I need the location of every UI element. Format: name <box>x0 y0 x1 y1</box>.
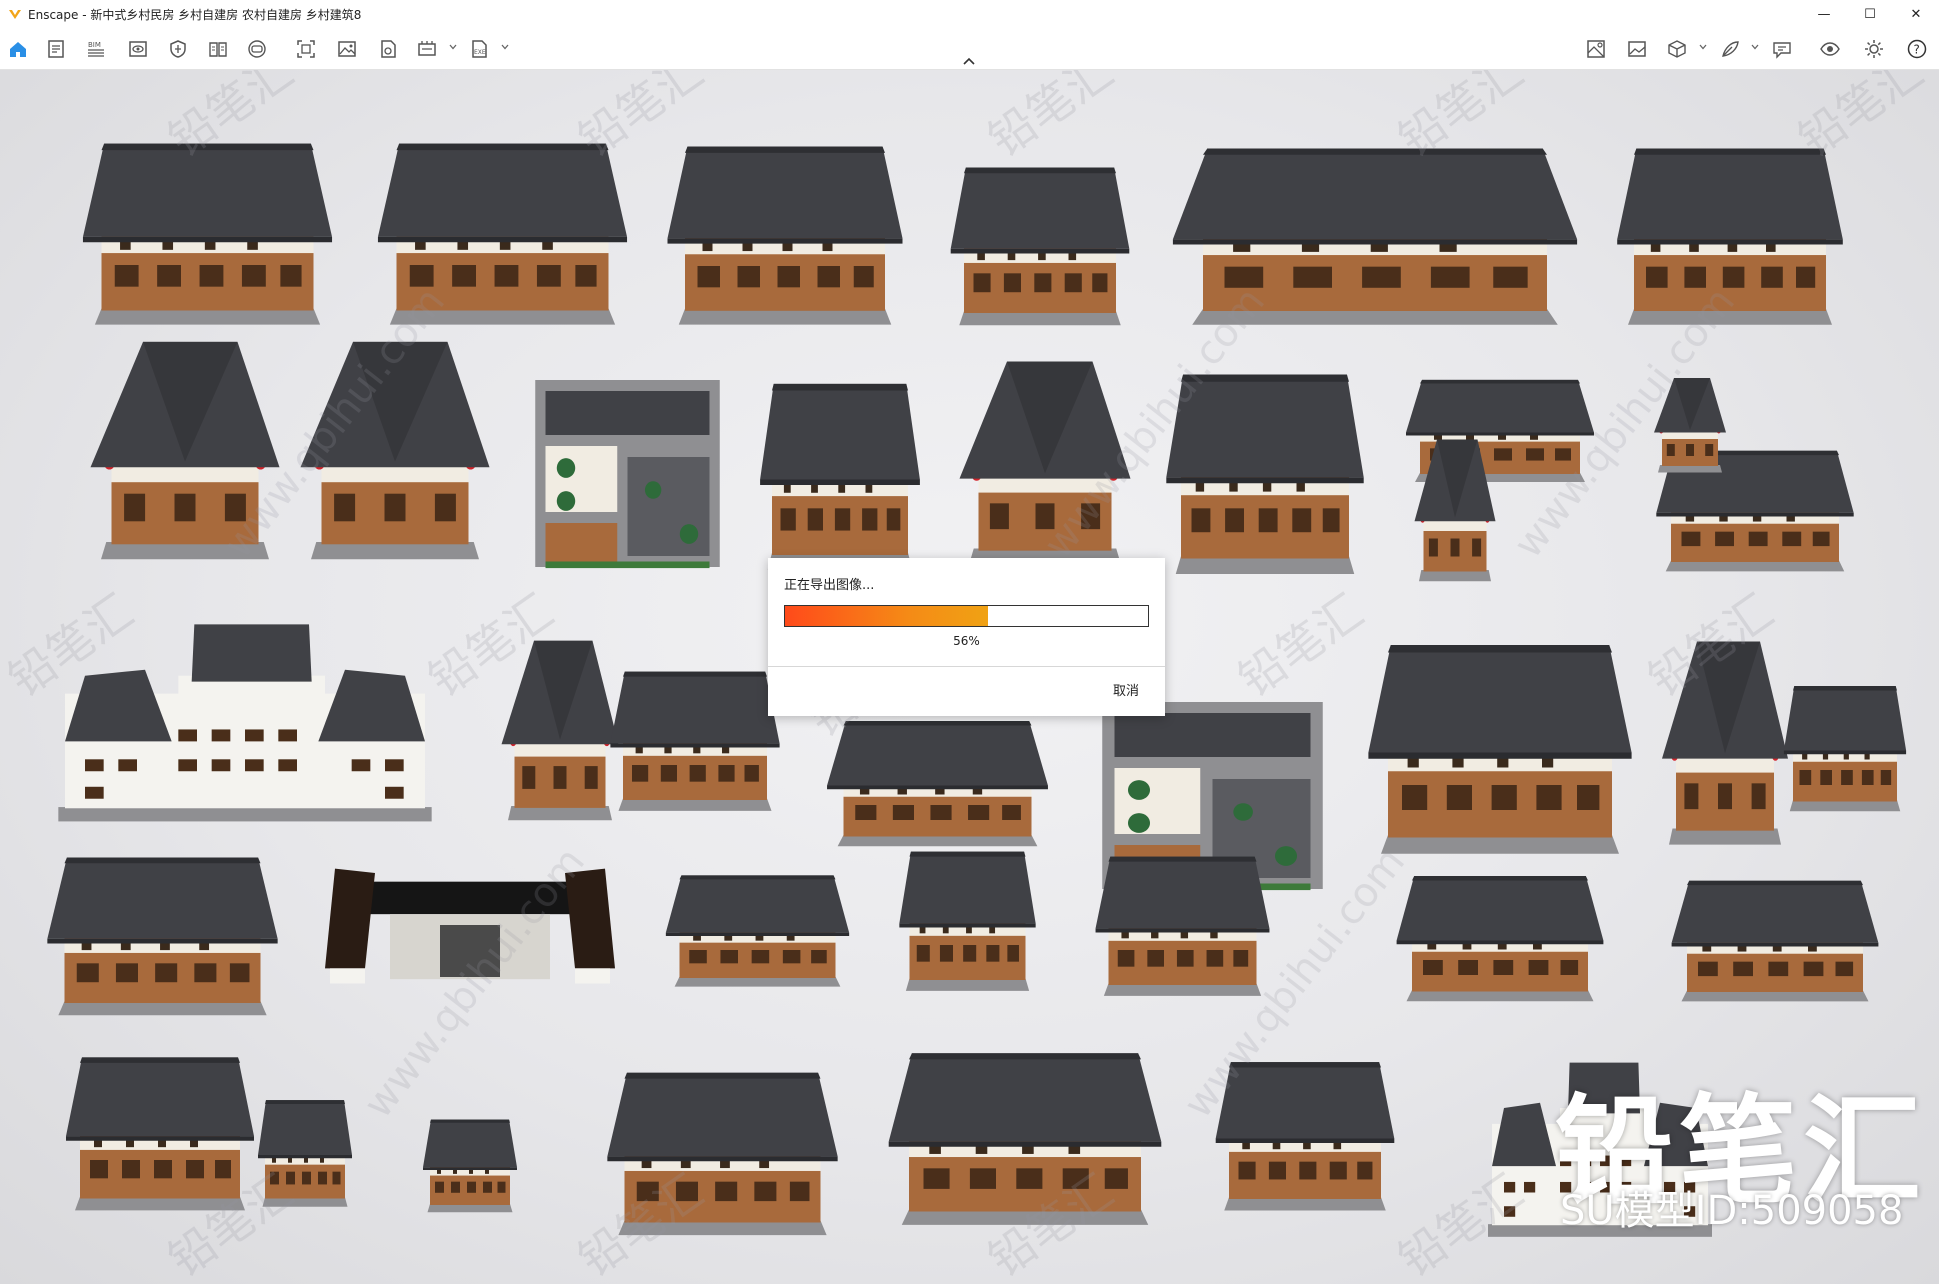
save-button[interactable] <box>376 37 400 61</box>
house-model <box>290 335 500 565</box>
house-model <box>755 375 925 575</box>
model-id-watermark: SU模型ID:509058 <box>1560 1188 1904 1234</box>
chevron-down-icon[interactable] <box>1750 42 1760 52</box>
book-button[interactable] <box>206 37 230 61</box>
villa-model <box>45 610 445 825</box>
house-model <box>600 1065 845 1240</box>
house-model <box>1210 1055 1400 1215</box>
gate-model <box>320 860 620 990</box>
house-model <box>605 665 785 815</box>
house-model <box>1610 140 1850 330</box>
cube-button[interactable] <box>1665 37 1689 61</box>
render-export-button[interactable] <box>415 37 439 61</box>
exe-export-button[interactable]: EXE <box>467 37 491 61</box>
document-button[interactable] <box>44 37 68 61</box>
settings-button[interactable] <box>1862 37 1886 61</box>
svg-text:BIM: BIM <box>88 41 101 49</box>
shield-button[interactable] <box>166 37 190 61</box>
feather-button[interactable] <box>1718 37 1742 61</box>
dialog-title: 正在导出图像... <box>784 578 875 593</box>
settings-icon <box>1865 40 1883 58</box>
house-model <box>950 355 1140 570</box>
vr-icon <box>248 40 266 58</box>
cancel-button[interactable]: 取消 <box>1113 680 1139 699</box>
chevron-down-icon[interactable] <box>500 42 510 52</box>
house-model <box>1655 635 1795 850</box>
image-view-icon <box>1628 41 1646 57</box>
image-button[interactable] <box>335 37 359 61</box>
visibility-icon <box>1820 42 1840 56</box>
svg-text:EXE: EXE <box>474 49 486 56</box>
house-model <box>660 138 910 330</box>
minimize-button[interactable]: — <box>1801 0 1847 28</box>
view-button[interactable] <box>126 37 150 61</box>
cube-icon <box>1668 40 1686 58</box>
chevron-down-icon[interactable] <box>1698 42 1708 52</box>
house-model <box>60 1050 260 1215</box>
svg-text:?: ? <box>1914 43 1920 57</box>
progress-percent: 56% <box>953 634 980 648</box>
progress-bar <box>784 605 1149 627</box>
material-button[interactable] <box>1584 37 1608 61</box>
dialog-divider <box>768 666 1165 667</box>
house-model <box>1160 140 1590 330</box>
render-export-icon <box>418 41 436 56</box>
shield-icon <box>170 40 186 58</box>
save-icon <box>381 40 396 58</box>
enscape-logo-icon <box>9 10 21 19</box>
home-icon <box>10 42 26 57</box>
house-model <box>420 1115 520 1215</box>
house-model <box>80 335 290 565</box>
house-model <box>1090 850 1275 1000</box>
bim-icon: BIM <box>88 41 104 57</box>
help-button[interactable]: ? <box>1905 37 1929 61</box>
house-model <box>880 1045 1170 1230</box>
watermark-tile: 铅笔汇 <box>978 70 1123 168</box>
house-model <box>945 160 1135 330</box>
window-title: Enscape - 新中式乡村民房 乡村自建房 农村自建房 乡村建筑8 <box>28 7 362 22</box>
feather-icon <box>1722 41 1739 57</box>
capture-icon <box>297 40 315 58</box>
house-model <box>895 845 1040 995</box>
house-model <box>1650 375 1730 475</box>
close-button[interactable]: ✕ <box>1893 0 1939 28</box>
help-icon: ? <box>1907 39 1927 59</box>
export-progress-dialog: 正在导出图像... 56% 取消 <box>768 558 1165 716</box>
visibility-button[interactable] <box>1818 37 1842 61</box>
house-model <box>1665 875 1885 1005</box>
house-model <box>1360 635 1640 860</box>
house-model <box>1160 365 1370 580</box>
capture-button[interactable] <box>294 37 318 61</box>
house-model <box>660 870 855 990</box>
image-icon <box>338 41 356 57</box>
house-model <box>1410 435 1500 585</box>
exe-export-icon: EXE <box>472 40 487 58</box>
window-controls: — ☐ ✕ <box>1801 0 1939 28</box>
title-bar: Enscape - 新中式乡村民房 乡村自建房 农村自建房 乡村建筑8 — ☐ … <box>0 0 1939 28</box>
book-icon <box>209 42 227 57</box>
eye-screen-icon <box>129 41 147 57</box>
house-model <box>1780 680 1910 815</box>
house-model <box>1390 870 1610 1005</box>
chat-button[interactable] <box>1770 37 1794 61</box>
house-model <box>370 135 635 330</box>
bim-button[interactable]: BIM <box>84 37 108 61</box>
image-view-button[interactable] <box>1625 37 1649 61</box>
vr-button[interactable] <box>245 37 269 61</box>
document-icon <box>48 40 64 58</box>
maximize-button[interactable]: ☐ <box>1847 0 1893 28</box>
material-icon <box>1587 40 1605 58</box>
progress-fill <box>785 606 989 626</box>
house-model <box>255 1095 355 1210</box>
house-model <box>40 850 285 1020</box>
house-model <box>820 715 1055 850</box>
collapse-toolbar-icon[interactable] <box>962 56 976 66</box>
home-button[interactable] <box>6 37 30 61</box>
house-model <box>75 135 340 330</box>
courtyard-model <box>525 358 730 578</box>
chat-icon <box>1773 42 1791 59</box>
chevron-down-icon[interactable] <box>448 42 458 52</box>
